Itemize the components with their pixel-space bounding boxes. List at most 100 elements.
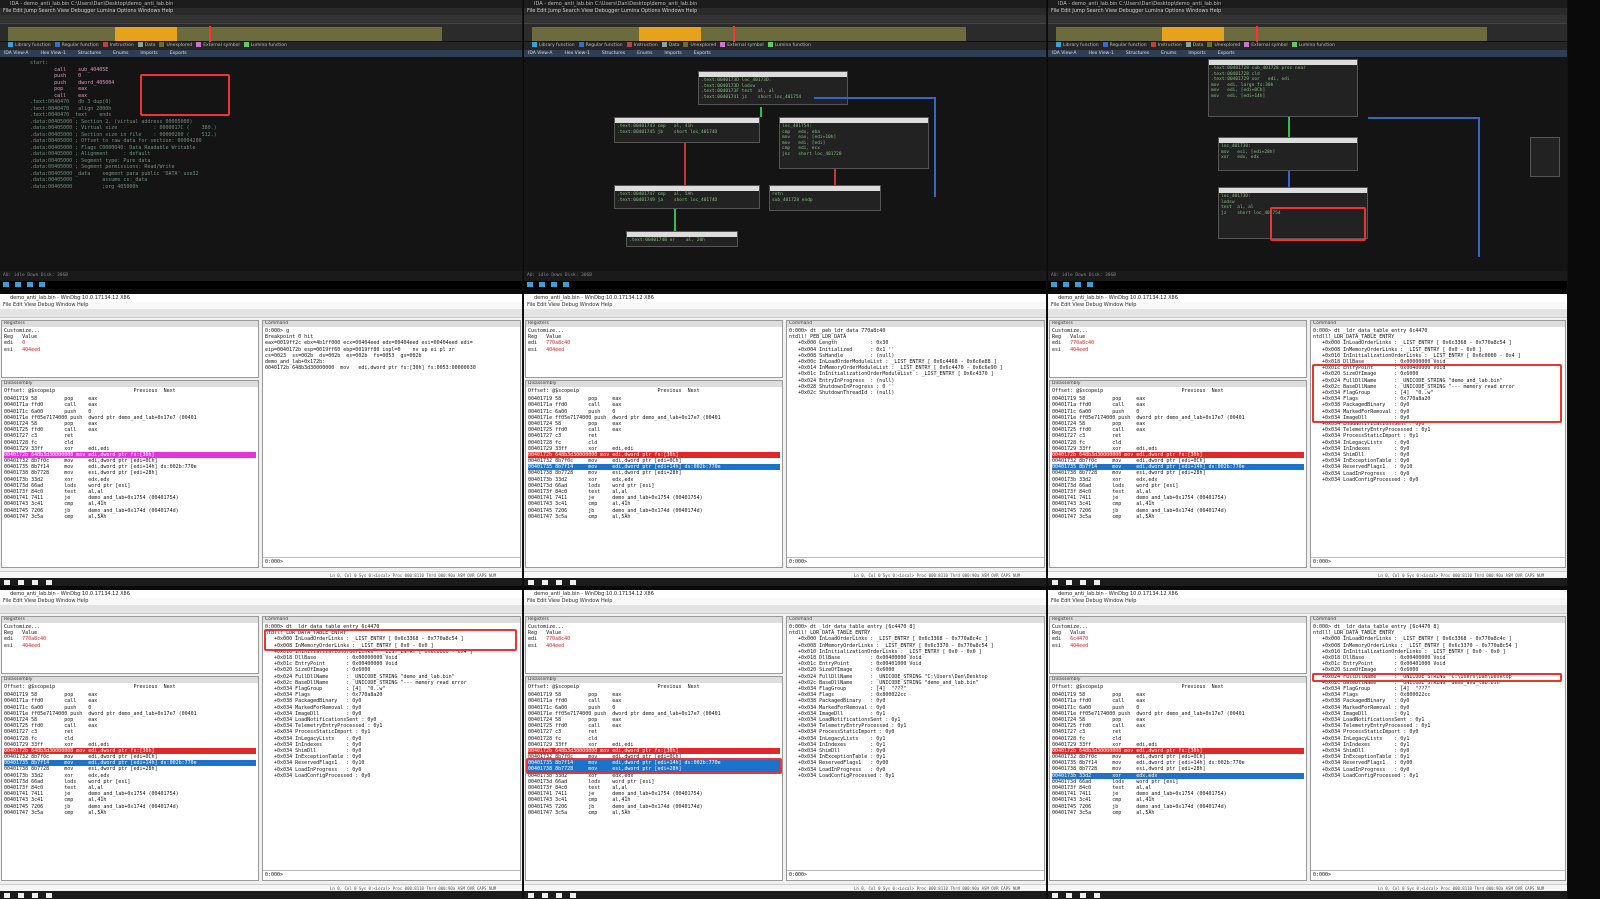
command-pane[interactable]: Command 0:000> dt _ldr_data_table_entry […	[786, 616, 1045, 881]
tab-1[interactable]: Hex View-1	[1089, 51, 1114, 56]
taskbar-app-icon[interactable]	[542, 892, 548, 898]
next-button[interactable]: Next	[688, 684, 700, 690]
disasm-line[interactable]: 00401747 3c5a cmp al,5Ah	[4, 810, 256, 816]
taskbar-app-icon[interactable]	[1080, 579, 1086, 585]
tab-3[interactable]: Enums	[1161, 51, 1176, 56]
disasm-line[interactable]: 00401747 3c5a cmp al,5Ah	[1052, 514, 1304, 520]
offset-field[interactable]: Offset: @$scopeip	[4, 388, 55, 394]
tab-5[interactable]: Exports	[1218, 51, 1235, 56]
toolbar[interactable]	[0, 605, 522, 614]
menu-bar[interactable]: File Edit View Debug Window Help	[0, 302, 522, 309]
taskbar-app-icon[interactable]	[1075, 282, 1081, 287]
toolbar[interactable]	[1048, 605, 1567, 614]
toolbar[interactable]	[524, 309, 1046, 318]
next-button[interactable]: Next	[164, 388, 176, 394]
tab-0[interactable]: IDA View-A	[1052, 51, 1077, 56]
offset-field[interactable]: Offset: @$scopeip	[528, 684, 579, 690]
taskbar-app-icon[interactable]	[32, 579, 38, 585]
graph-node[interactable]: loc_401754: cmp edx, eba mov eax, [edi+1…	[779, 117, 929, 169]
tab-5[interactable]: Exports	[694, 51, 711, 56]
graph-node[interactable]: .text:00401743 cmp al, 41h .text:0040174…	[614, 117, 760, 143]
taskbar-app-icon[interactable]	[527, 282, 533, 287]
tab-1[interactable]: Hex View-1	[565, 51, 590, 56]
taskbar-app-icon[interactable]	[570, 892, 576, 898]
command-pane[interactable]: Command 0:000> dt _ldr_data_table_entry 6…	[262, 616, 521, 881]
toolbar[interactable]	[1048, 15, 1567, 24]
taskbar-app-icon[interactable]	[46, 892, 52, 898]
toolbar[interactable]	[0, 15, 522, 24]
previous-button[interactable]: Previous	[133, 684, 157, 690]
overview-minimap[interactable]	[1530, 137, 1560, 177]
taskbar-app-icon[interactable]	[15, 282, 21, 287]
taskbar-app-icon[interactable]	[551, 282, 557, 287]
disasm-line[interactable]: 00401747 3c5a cmp al,5Ah	[4, 514, 256, 520]
ida-view[interactable]: .text:00401728 sub_401728 proc near .tex…	[1048, 57, 1567, 271]
previous-button[interactable]: Previous	[133, 388, 157, 394]
command-pane[interactable]: Command 0:000> g Breakpoint 0 hit eax=001…	[262, 320, 521, 568]
tab-2[interactable]: Structures	[602, 51, 625, 56]
registers-pane[interactable]: Registers Customize... Reg Value edi 770a8c…	[1049, 320, 1307, 378]
graph-node[interactable]: .text:00401747 cmp al, 5Ah .text:0040174…	[614, 185, 760, 209]
ida-view[interactable]: .text:0040173D loc_40173D: .text:0040173…	[524, 57, 1046, 271]
command-prompt[interactable]: 0:000>	[263, 557, 520, 566]
taskbar-app-icon[interactable]	[570, 579, 576, 585]
taskbar-app-icon[interactable]	[32, 892, 38, 898]
ida-view[interactable]: start: call sub_40405E push 0 push dword…	[0, 57, 522, 271]
registers-pane[interactable]: Registers Customize... Reg Value edi 6c4470…	[1049, 616, 1307, 674]
command-prompt[interactable]: 0:000>	[1311, 870, 1565, 879]
taskbar-app-icon[interactable]	[1080, 892, 1086, 898]
taskbar-app-icon[interactable]	[1063, 282, 1069, 287]
taskbar-app-icon[interactable]	[4, 579, 10, 585]
next-button[interactable]: Next	[1212, 388, 1224, 394]
disasm-line[interactable]: 00401747 3c5a cmp al,5Ah	[528, 810, 780, 816]
menu-bar[interactable]: File Edit View Debug Window Help	[1048, 598, 1567, 605]
taskbar-app-icon[interactable]	[4, 892, 10, 898]
tab-1[interactable]: Hex View-1	[41, 51, 66, 56]
taskbar-app-icon[interactable]	[539, 282, 545, 287]
disassembly-pane[interactable]: Disassembly Offset: @$scopeip Previous Ne…	[525, 380, 783, 568]
tab-4[interactable]: Imports	[140, 51, 157, 56]
menu-bar[interactable]: File Edit Jump Search View Debugger Lumi…	[0, 8, 522, 15]
graph-node[interactable]: .text:0040173D loc_40173D: .text:0040173…	[698, 71, 848, 105]
taskbar-app-icon[interactable]	[18, 892, 24, 898]
offset-field[interactable]: Offset: @$scopeip	[1052, 388, 1103, 394]
next-button[interactable]: Next	[1212, 684, 1224, 690]
tab-5[interactable]: Exports	[170, 51, 187, 56]
taskbar-app-icon[interactable]	[556, 579, 562, 585]
graph-node[interactable]: .text:00401728 sub_401728 proc near .tex…	[1208, 59, 1358, 117]
offset-field[interactable]: Offset: @$scopeip	[528, 388, 579, 394]
taskbar-app-icon[interactable]	[1094, 579, 1100, 585]
tab-2[interactable]: Structures	[1126, 51, 1149, 56]
taskbar-app-icon[interactable]	[3, 282, 9, 287]
taskbar-app-icon[interactable]	[1094, 892, 1100, 898]
graph-node[interactable]: loc_40173D: lodsw test al, al jz short l…	[1218, 187, 1368, 239]
taskbar-app-icon[interactable]	[1066, 892, 1072, 898]
menu-bar[interactable]: File Edit Jump Search View Debugger Lumi…	[1048, 8, 1567, 15]
taskbar-app-icon[interactable]	[542, 579, 548, 585]
registers-pane[interactable]: Registers Customize... Reg Value edi 0 esi 4…	[1, 320, 259, 378]
registers-pane[interactable]: Registers Customize... Reg Value edi 770a8c…	[525, 616, 783, 674]
tab-4[interactable]: Imports	[664, 51, 681, 56]
graph-node[interactable]: .text:0040174B or al, 20h	[626, 231, 738, 247]
taskbar-app-icon[interactable]	[46, 579, 52, 585]
registers-pane[interactable]: Registers Customize... Reg Value edi 770a8c…	[1, 616, 259, 674]
tab-3[interactable]: Enums	[113, 51, 128, 56]
command-prompt[interactable]: 0:000>	[1311, 557, 1565, 566]
menu-bar[interactable]: File Edit View Debug Window Help	[1048, 302, 1567, 309]
navigation-band[interactable]	[1048, 24, 1567, 42]
navigation-band[interactable]	[0, 24, 522, 42]
toolbar[interactable]	[524, 15, 1046, 24]
disassembly-pane[interactable]: Disassembly Offset: @$scopeip Previous Ne…	[1, 676, 259, 881]
toolbar[interactable]	[0, 309, 522, 318]
taskbar-app-icon[interactable]	[528, 579, 534, 585]
taskbar-app-icon[interactable]	[18, 579, 24, 585]
navigation-band[interactable]	[524, 24, 1046, 42]
disasm-line[interactable]: 00401747 3c5a cmp al,5Ah	[1052, 810, 1304, 816]
register-row[interactable]: esi 404eed	[1052, 347, 1304, 353]
taskbar-app-icon[interactable]	[39, 282, 45, 287]
registers-pane[interactable]: Registers Customize... Reg Value edi 770a8c…	[525, 320, 783, 378]
disassembly-pane[interactable]: Disassembly Offset: @$scopeip Previous Ne…	[1049, 380, 1307, 568]
command-prompt[interactable]: 0:000>	[263, 870, 520, 879]
taskbar-app-icon[interactable]	[563, 282, 569, 287]
command-pane[interactable]: Command 0:000> dt _ldr_data_table_entry […	[1310, 616, 1566, 881]
